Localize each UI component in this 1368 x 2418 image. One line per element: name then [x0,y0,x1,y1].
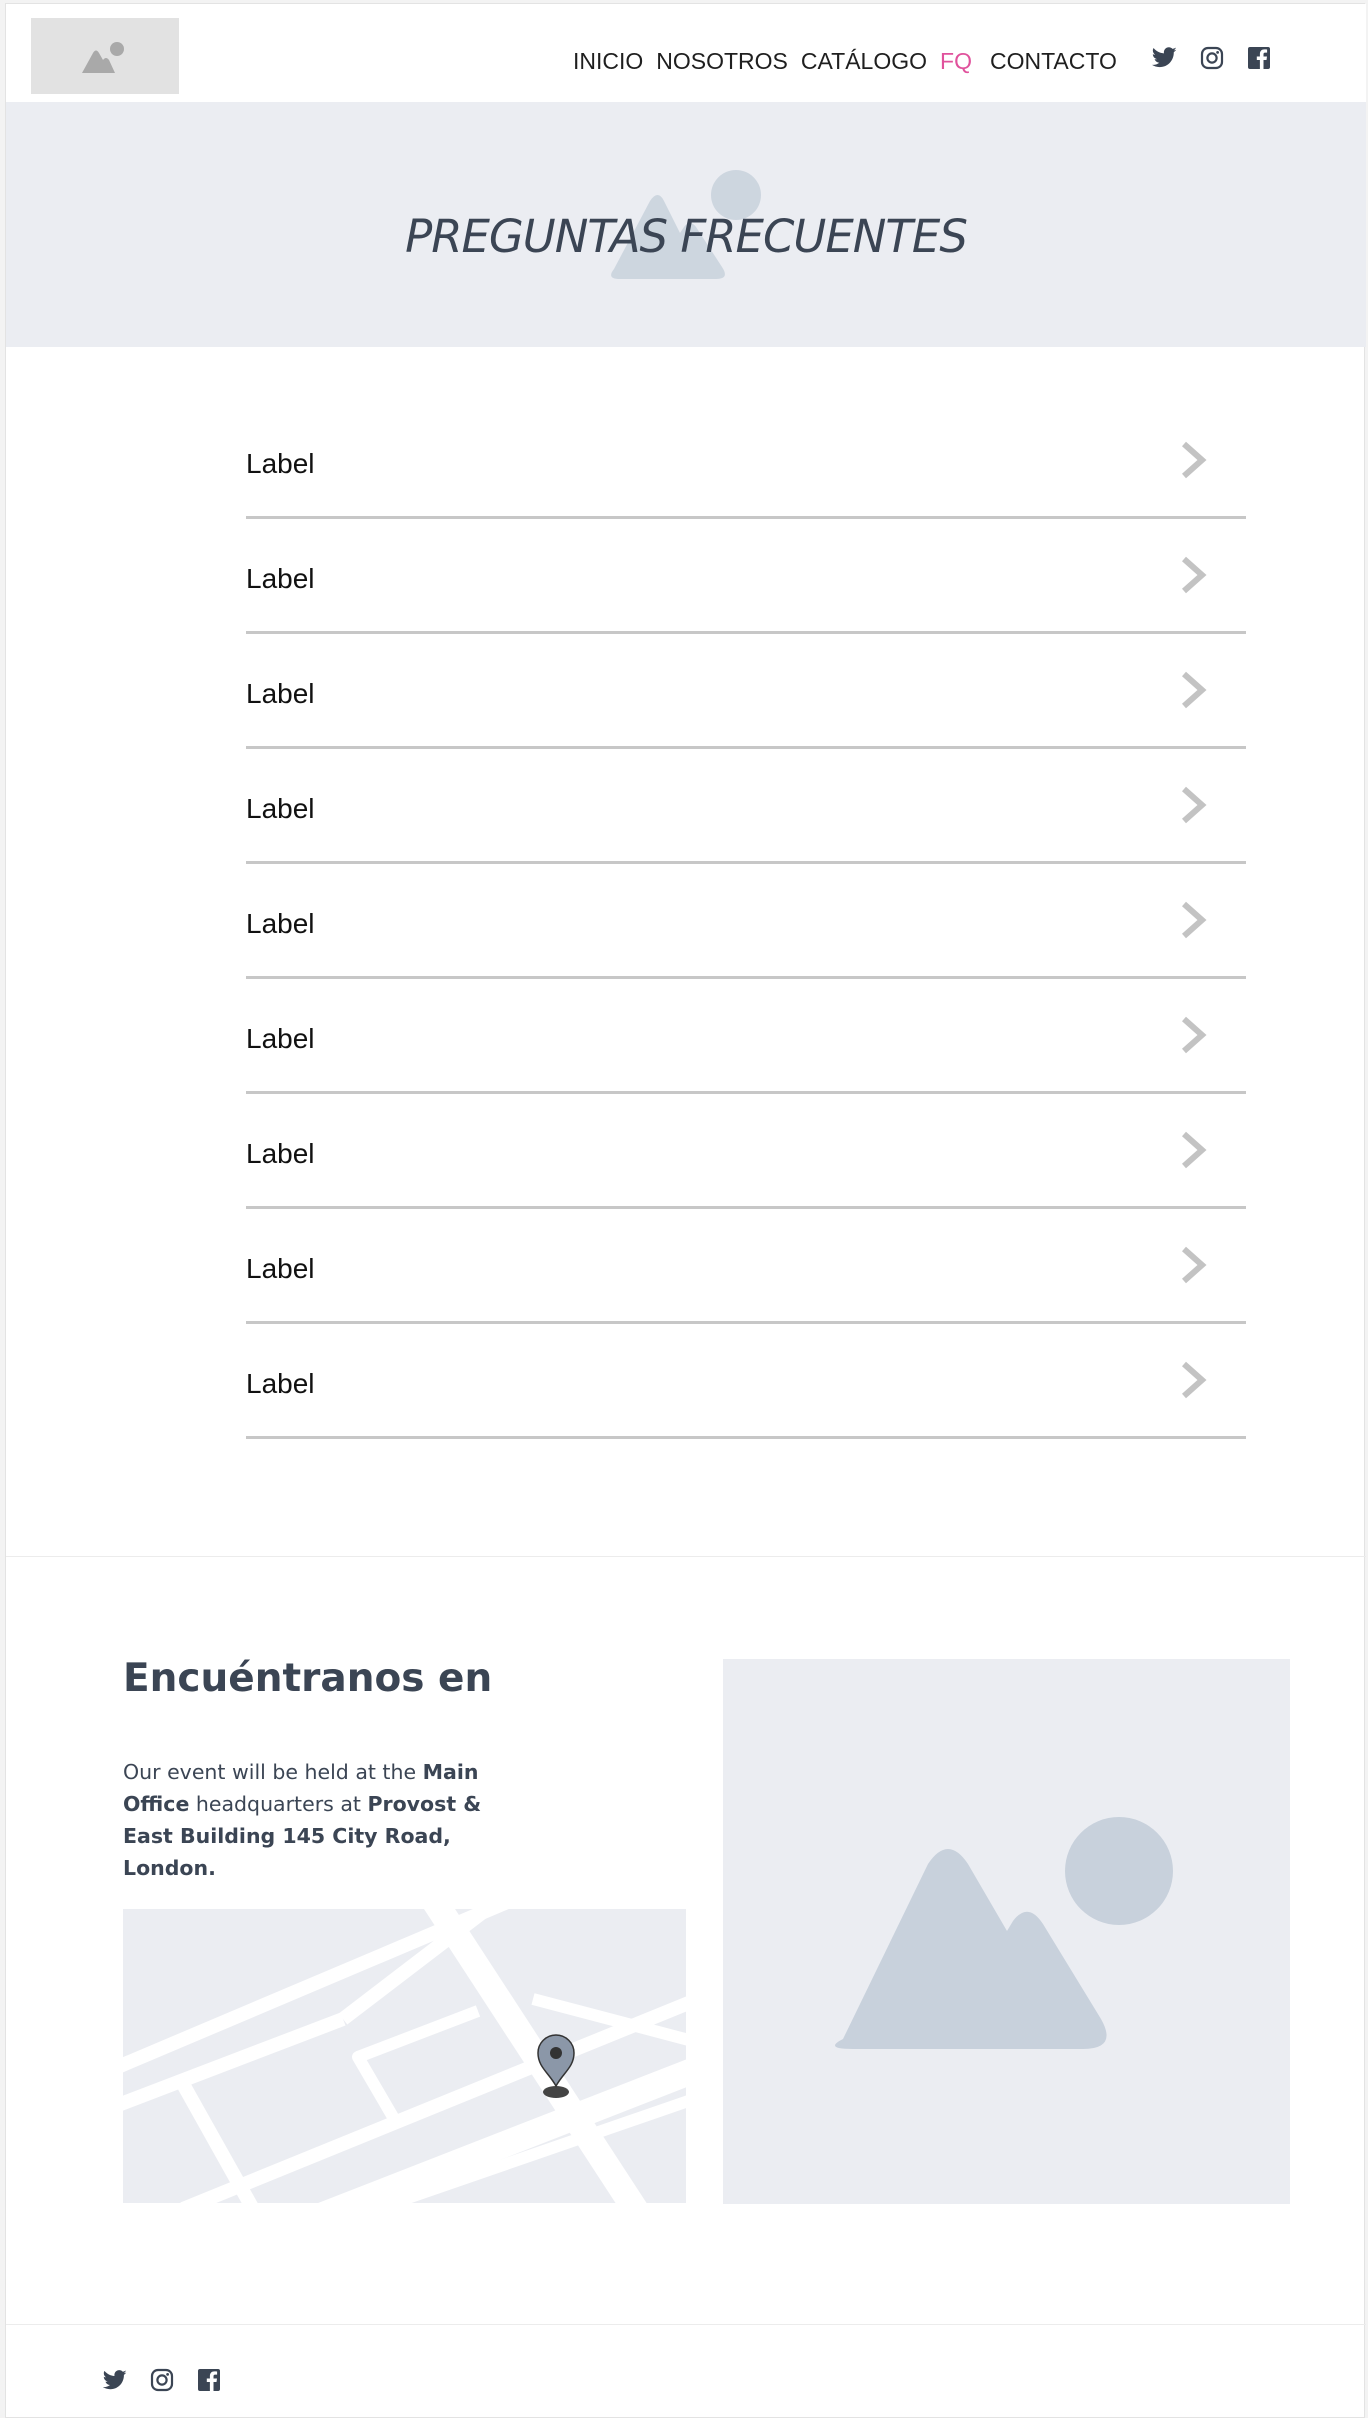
instagram-icon[interactable] [148,2366,175,2393]
chevron-right-icon [1182,786,1207,824]
faq-item-label: Label [246,678,315,709]
social-links-footer [101,2366,222,2393]
faq-item-label: Label [246,563,315,594]
header: INICIO NOSOTROS CATÁLOGO FQ CONTACTO [6,4,1366,102]
faq-list: Label Label Label Label Label Label Labe… [246,404,1246,1439]
faq-item-label: Label [246,793,315,824]
chevron-right-icon [1182,556,1207,594]
find-us-text: Our event will be held at the Main Offic… [123,1756,513,1884]
map-streets [123,1909,686,2203]
chevron-right-icon [1182,671,1207,709]
faq-item[interactable]: Label [246,1094,1246,1209]
chevron-right-icon [1182,441,1207,479]
hero-banner: PREGUNTAS FRECUENTES [6,102,1366,347]
chevron-right-icon [1182,1246,1207,1284]
faq-item-label: Label [246,1368,315,1399]
facebook-icon[interactable] [195,2366,222,2393]
faq-item-label: Label [246,1138,315,1169]
nav-item-contacto[interactable]: CONTACTO [990,48,1117,75]
find-us-title: Encuéntranos en [123,1656,493,1701]
image-placeholder-icon [835,1817,1173,2049]
nav-item-catalogo[interactable]: CATÁLOGO [801,48,927,75]
chevron-right-icon [1182,901,1207,939]
location-image [723,1659,1290,2204]
faq-item[interactable]: Label [246,519,1246,634]
nav-item-fq[interactable]: FQ [940,48,972,75]
faq-item-label: Label [246,1253,315,1284]
faq-item[interactable]: Label [246,749,1246,864]
social-links-top [1151,44,1272,71]
chevron-right-icon [1182,1361,1207,1399]
chevron-right-icon [1182,1016,1207,1054]
twitter-icon[interactable] [101,2366,128,2393]
find-us-text-part: Our event will be held at the [123,1760,423,1784]
logo[interactable] [31,18,179,94]
nav-item-inicio[interactable]: INICIO [573,48,643,75]
faq-item-label: Label [246,1023,315,1054]
faq-item[interactable]: Label [246,634,1246,749]
location-map[interactable] [123,1909,686,2203]
faq-item[interactable]: Label [246,1209,1246,1324]
twitter-icon[interactable] [1151,44,1178,71]
main-nav: INICIO NOSOTROS CATÁLOGO FQ CONTACTO [573,48,1130,75]
faq-item[interactable]: Label [246,404,1246,519]
faq-item[interactable]: Label [246,1324,1246,1439]
facebook-icon[interactable] [1245,44,1272,71]
nav-item-nosotros[interactable]: NOSOTROS [656,48,788,75]
faq-item-label: Label [246,448,315,479]
instagram-icon[interactable] [1198,44,1225,71]
footer-divider [6,2324,1366,2325]
section-divider [6,1556,1366,1557]
image-placeholder-icon [82,42,124,73]
find-us-text-part: headquarters at [189,1792,368,1816]
faq-item-label: Label [246,908,315,939]
page: INICIO NOSOTROS CATÁLOGO FQ CONTACTO PRE… [5,3,1366,2418]
chevron-right-icon [1182,1131,1207,1169]
page-title: PREGUNTAS FRECUENTES [405,210,968,263]
faq-item[interactable]: Label [246,979,1246,1094]
faq-item[interactable]: Label [246,864,1246,979]
